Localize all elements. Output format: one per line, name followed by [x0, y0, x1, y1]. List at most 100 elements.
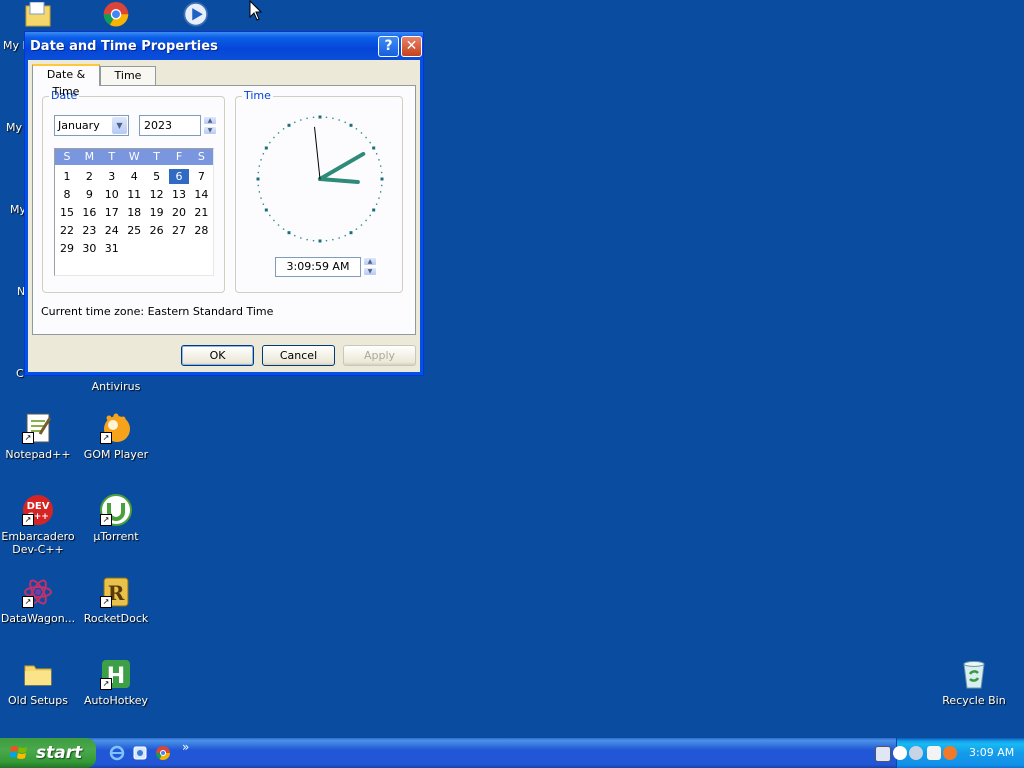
clock-minute-tick	[369, 141, 371, 144]
year-input[interactable]: 2023	[139, 115, 201, 136]
calendar-day[interactable]: 27	[169, 223, 189, 238]
desktop-icon-notepad-plus-plus[interactable]: ↗ Notepad++	[0, 412, 76, 461]
start-label: start	[36, 743, 83, 763]
notification-icon[interactable]	[943, 746, 957, 760]
spin-down-icon[interactable]: ▼	[203, 126, 217, 135]
back-arrow-icon[interactable]	[893, 746, 907, 760]
calendar-day[interactable]: 19	[147, 205, 167, 220]
calendar-day[interactable]: 29	[57, 241, 77, 256]
calendar-day[interactable]: 24	[102, 223, 122, 238]
desktop-icon-utorrent[interactable]: ↗ µTorrent	[78, 494, 154, 543]
tab-time-zone[interactable]: Time Zone	[100, 66, 156, 99]
calendar-day[interactable]: 22	[57, 223, 77, 238]
calendar-day[interactable]: 30	[79, 241, 99, 256]
calendar-day[interactable]: 21	[191, 205, 211, 220]
calendar-day[interactable]: 26	[147, 223, 167, 238]
desktop-icon-old-setups[interactable]: Old Setups	[0, 658, 76, 707]
audio-icon[interactable]	[909, 746, 923, 760]
calendar-day[interactable]: 16	[79, 205, 99, 220]
dev-cpp-icon: DEV C++ ↗	[22, 494, 54, 526]
start-button[interactable]: start	[0, 738, 96, 768]
calendar-day[interactable]: 1	[57, 169, 77, 184]
calendar-day[interactable]: 5	[147, 169, 167, 184]
desktop-icon-label: GOM Player	[83, 448, 149, 461]
year-value: 2023	[144, 119, 172, 132]
calendar-day-selected[interactable]: 6	[169, 169, 189, 184]
desktop-icon-embarcadero-dev-cpp[interactable]: DEV C++ ↗ Embarcadero Dev-C++	[0, 494, 76, 556]
clock-minute-tick	[257, 184, 260, 187]
clock-minute-tick	[273, 136, 275, 139]
calendar-day[interactable]: 2	[79, 169, 99, 184]
desktop-icon-datawagon[interactable]: ↗ DataWagon...	[0, 576, 76, 625]
desktop-icon-recycle-bin[interactable]: Recycle Bin	[936, 658, 1012, 707]
calendar-day[interactable]: 17	[102, 205, 122, 220]
desktop-label-c: C	[16, 367, 24, 380]
calendar-day[interactable]: 31	[102, 241, 122, 256]
clock-minute-tick	[332, 238, 334, 241]
calendar-day[interactable]: 20	[169, 205, 189, 220]
clock-hour-tick	[318, 115, 322, 119]
clock-minute-tick	[379, 165, 382, 167]
svg-text:DEV: DEV	[27, 501, 50, 512]
spin-up-icon[interactable]: ▲	[363, 257, 377, 266]
clock-minute-tick	[306, 238, 308, 241]
chrome-icon[interactable]	[155, 745, 171, 761]
calendar-day[interactable]: 18	[124, 205, 144, 220]
quick-launch-chevron-icon[interactable]: »	[182, 740, 189, 754]
chevron-down-icon[interactable]: ▼	[112, 117, 127, 134]
taskbar-clock[interactable]: 3:09 AM	[969, 746, 1014, 759]
spin-up-icon[interactable]: ▲	[203, 116, 217, 125]
show-desktop-icon[interactable]	[132, 745, 148, 761]
calendar-day[interactable]: 13	[169, 187, 189, 202]
network-icon[interactable]	[927, 746, 941, 760]
recycle-bin-icon	[958, 658, 990, 690]
desktop-icon-gom-player[interactable]: ↗ GOM Player	[78, 412, 154, 461]
clock-minute-tick	[380, 184, 383, 187]
calendar-day[interactable]: 10	[102, 187, 122, 202]
calendar-day[interactable]: 9	[79, 187, 99, 202]
clock-minute-tick	[294, 234, 296, 237]
clock-minute-tick	[369, 214, 371, 217]
desktop-icon-autohotkey[interactable]: H ↗ AutoHotkey	[78, 658, 154, 707]
clock-minute-tick	[269, 141, 271, 144]
dialog-titlebar[interactable]: Date and Time Properties ? ✕	[25, 32, 423, 60]
calendar-day[interactable]: 14	[191, 187, 211, 202]
calendar-day[interactable]: 23	[79, 223, 99, 238]
folder-icon	[22, 1, 54, 34]
keyboard-icon[interactable]	[875, 746, 891, 762]
calendar-day[interactable]: 4	[124, 169, 144, 184]
month-calendar[interactable]: SMTWTFS 1 2 3 4 5 6 7 8 9 10 11 12 13 14 15 16 17 18 19 20 2…	[54, 148, 214, 276]
month-select[interactable]: January ▼	[54, 115, 129, 136]
clock-minute-tick	[360, 224, 363, 226]
tab-panel-date-time: Date January ▼ 2023 ▲ ▼ SMTWTFS 12345678…	[32, 85, 416, 335]
calendar-day[interactable]: 3	[102, 169, 122, 184]
windows-flag-icon	[10, 746, 27, 759]
shortcut-arrow-icon: ↗	[100, 596, 112, 608]
calendar-day[interactable]: 25	[124, 223, 144, 238]
time-spinner[interactable]: ▲ ▼	[363, 257, 377, 276]
desktop-icon-rocketdock[interactable]: R ↗ RocketDock	[78, 576, 154, 625]
tab-date-time[interactable]: Date & Time	[32, 64, 100, 98]
time-input[interactable]: 3:09:59 AM	[275, 257, 361, 277]
gom-player-icon: ↗	[100, 412, 132, 444]
shortcut-arrow-icon: ↗	[100, 432, 112, 444]
clock-minute-tick	[312, 116, 315, 119]
cancel-button[interactable]: Cancel	[262, 345, 335, 366]
ok-button[interactable]: OK	[181, 345, 254, 366]
calendar-day[interactable]: 11	[124, 187, 144, 202]
clock-minute-tick	[375, 153, 378, 155]
internet-explorer-icon[interactable]	[109, 745, 125, 761]
calendar-day[interactable]: 12	[147, 187, 167, 202]
desktop-icon-antivirus[interactable]: Antivirus	[78, 380, 154, 393]
calendar-day[interactable]: 8	[57, 187, 77, 202]
help-button[interactable]: ?	[378, 36, 399, 57]
calendar-day[interactable]: 28	[191, 223, 211, 238]
clock-minute-tick	[282, 228, 285, 230]
year-spinner[interactable]: ▲ ▼	[203, 116, 217, 135]
clock-hour-tick	[349, 123, 353, 127]
calendar-day[interactable]: 15	[57, 205, 77, 220]
calendar-day[interactable]: 7	[191, 169, 211, 184]
close-button[interactable]: ✕	[401, 36, 422, 57]
close-icon: ✕	[405, 38, 418, 54]
spin-down-icon[interactable]: ▼	[363, 267, 377, 276]
